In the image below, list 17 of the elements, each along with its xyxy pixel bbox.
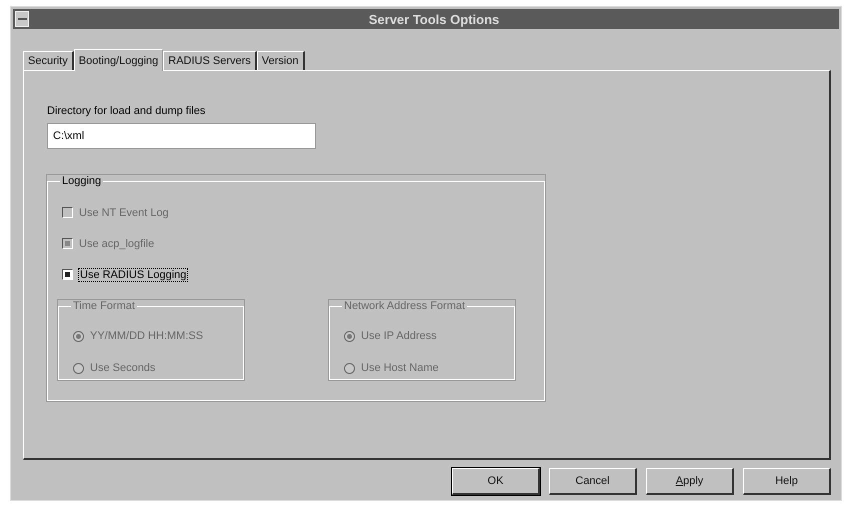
dialog-button[interactable]: Apply <box>646 468 734 495</box>
group-label: Time Format <box>72 300 136 312</box>
directory-field[interactable]: C:\xml <box>47 123 316 149</box>
window-title: Server Tools Options <box>368 12 500 26</box>
checkbox-label[interactable]: Use RADIUS Logging <box>79 268 188 280</box>
field-label: Directory for load and dump files <box>47 105 206 117</box>
tab[interactable]: Security <box>23 51 74 70</box>
tab[interactable]: Version <box>256 51 304 70</box>
dialog-button[interactable]: Help <box>743 468 831 495</box>
tab[interactable]: RADIUS Servers <box>163 51 257 70</box>
group-label: Logging <box>61 175 102 187</box>
tab[interactable]: Booting/Logging <box>74 49 164 71</box>
dialog-button[interactable]: Cancel <box>549 468 637 495</box>
dialog-button[interactable]: OK <box>452 468 540 495</box>
group-label: Network Address Format <box>343 300 466 312</box>
system-menu-icon[interactable] <box>15 11 29 27</box>
checkbox[interactable] <box>62 269 73 280</box>
